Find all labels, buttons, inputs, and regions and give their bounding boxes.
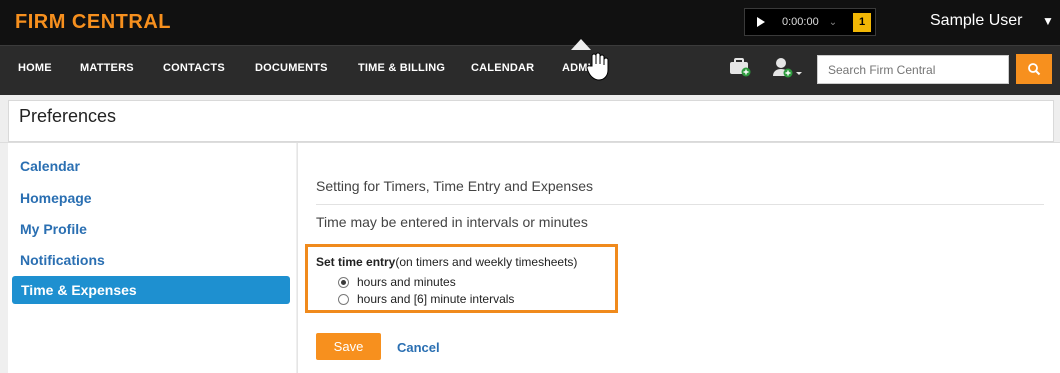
radio-six-minute-intervals[interactable] bbox=[338, 293, 349, 305]
nav-home[interactable]: HOME bbox=[18, 62, 52, 74]
sidebar-item-my-profile[interactable]: My Profile bbox=[20, 221, 87, 237]
sidebar-item-notifications[interactable]: Notifications bbox=[20, 252, 105, 268]
chevron-down-icon[interactable]: ⌄ bbox=[829, 17, 837, 28]
hand-cursor-icon bbox=[586, 52, 609, 81]
sidebar-item-time-expenses[interactable]: Time & Expenses bbox=[12, 276, 290, 304]
cancel-link[interactable]: Cancel bbox=[397, 340, 440, 355]
radio-six-minute-label: hours and [6] minute intervals bbox=[357, 292, 515, 306]
search-input[interactable] bbox=[817, 55, 1009, 84]
save-button[interactable]: Save bbox=[316, 333, 381, 360]
sidebar-item-label: Time & Expenses bbox=[21, 282, 137, 298]
main-nav: HOME MATTERS CONTACTS DOCUMENTS TIME & B… bbox=[0, 45, 1060, 95]
radio-hours-minutes-row[interactable]: hours and minutes bbox=[338, 275, 456, 289]
sidebar-item-homepage[interactable]: Homepage bbox=[20, 190, 92, 206]
search-button[interactable] bbox=[1016, 54, 1052, 84]
set-time-entry-label-bold: Set time entry bbox=[316, 255, 396, 269]
nav-documents[interactable]: DOCUMENTS bbox=[255, 62, 328, 74]
caret-down-icon[interactable]: ▼ bbox=[1042, 14, 1054, 28]
nav-matters[interactable]: MATTERS bbox=[80, 62, 134, 74]
timer-time: 0:00:00 bbox=[782, 16, 819, 28]
nav-time-billing[interactable]: TIME & BILLING bbox=[358, 62, 445, 74]
radio-six-minute-row[interactable]: hours and [6] minute intervals bbox=[338, 292, 514, 306]
preferences-header bbox=[8, 100, 1054, 142]
sidebar-item-calendar[interactable]: Calendar bbox=[20, 158, 80, 174]
nav-contacts[interactable]: CONTACTS bbox=[163, 62, 225, 74]
briefcase-add-icon[interactable] bbox=[729, 57, 751, 82]
page-title: Preferences bbox=[19, 106, 117, 126]
section-description: Time may be entered in intervals or minu… bbox=[316, 214, 588, 230]
set-time-entry-label: Set time entry(on timers and weekly time… bbox=[316, 255, 577, 269]
active-nav-indicator bbox=[571, 39, 591, 50]
set-time-entry-label-rest: (on timers and weekly timesheets) bbox=[395, 255, 578, 269]
top-bar: FIRM CENTRAL 0:00:00 ⌄ 1 Sample User ▼ bbox=[0, 0, 1060, 45]
nav-calendar[interactable]: CALENDAR bbox=[471, 62, 534, 74]
section-divider bbox=[316, 204, 1044, 205]
search-icon bbox=[1028, 63, 1041, 76]
section-title: Setting for Timers, Time Entry and Expen… bbox=[316, 178, 594, 194]
brand-logo[interactable]: FIRM CENTRAL bbox=[15, 11, 171, 34]
play-icon[interactable] bbox=[757, 17, 765, 27]
timer-widget[interactable]: 0:00:00 ⌄ 1 bbox=[744, 8, 876, 36]
timer-count-badge[interactable]: 1 bbox=[853, 13, 871, 32]
radio-hours-minutes[interactable] bbox=[338, 276, 349, 288]
radio-hours-minutes-label: hours and minutes bbox=[357, 275, 456, 289]
user-menu[interactable]: Sample User bbox=[930, 12, 1022, 30]
add-contact-icon[interactable] bbox=[772, 57, 802, 84]
